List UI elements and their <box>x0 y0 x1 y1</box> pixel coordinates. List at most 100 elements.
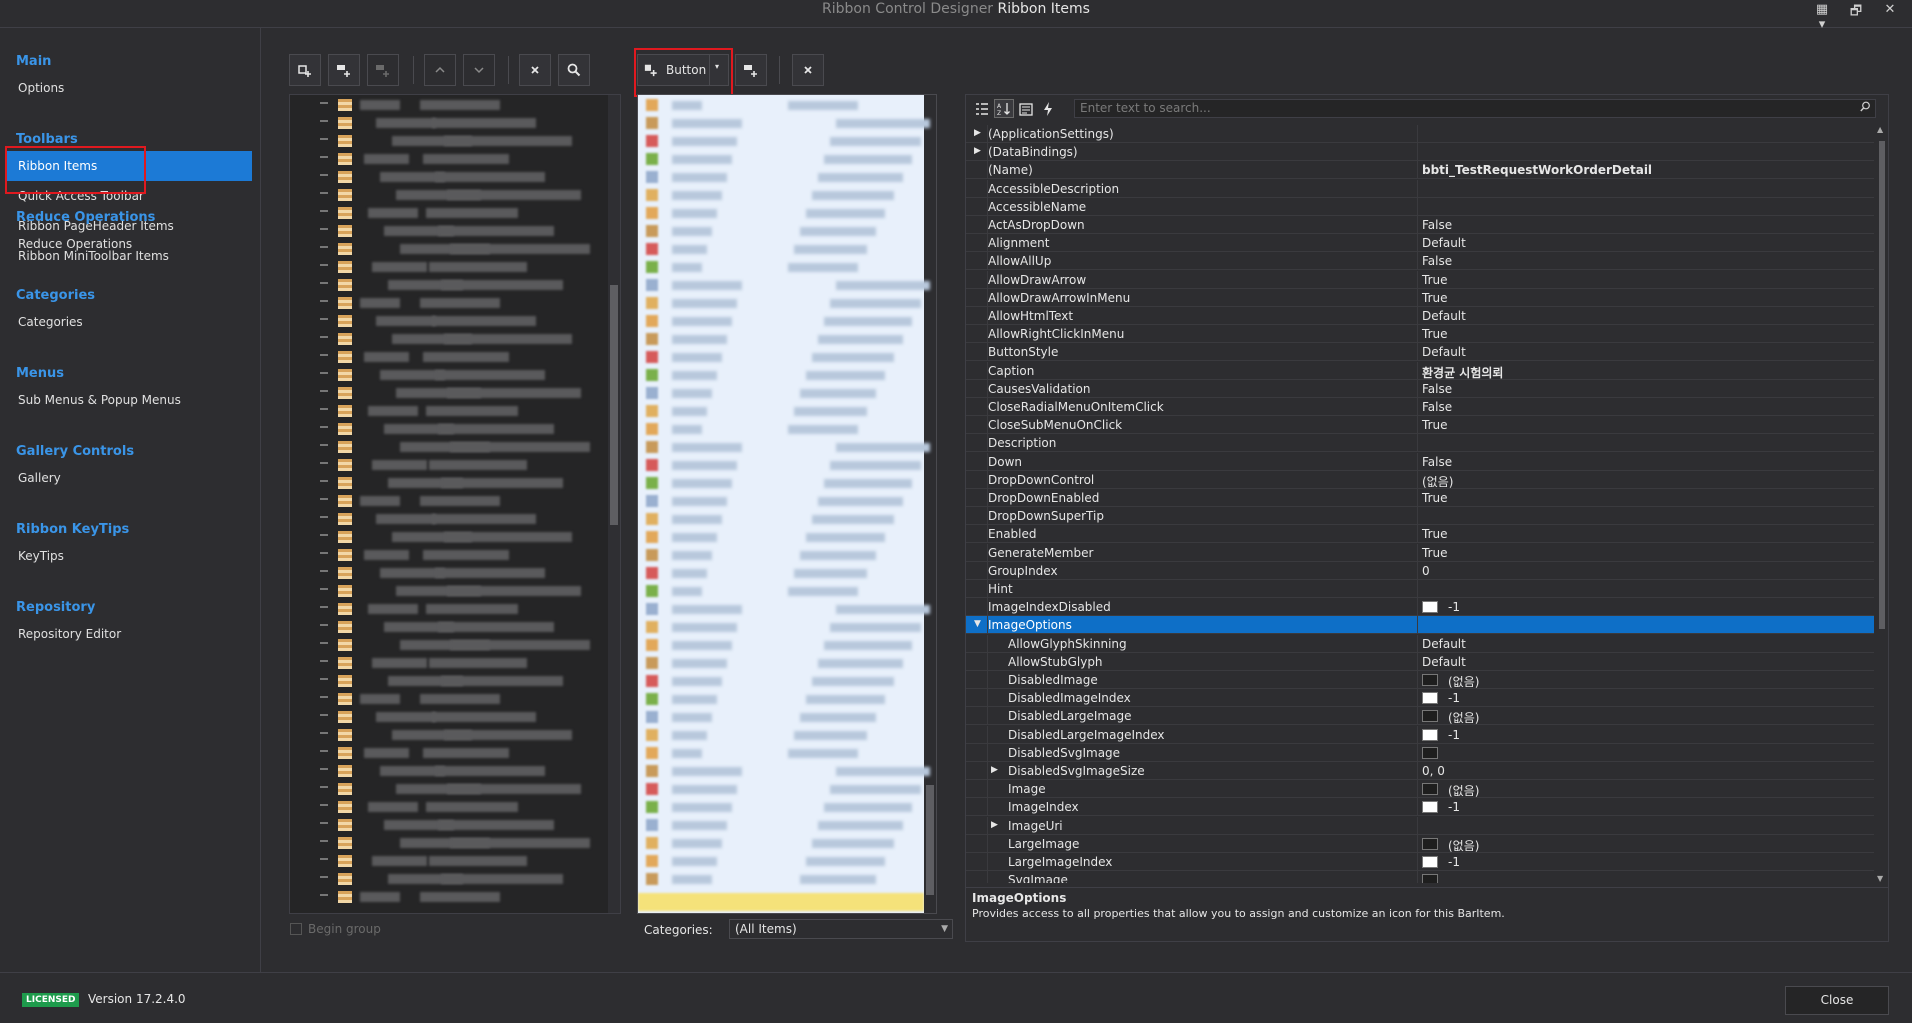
list-item[interactable] <box>638 798 924 816</box>
tree-row[interactable] <box>290 600 600 618</box>
property-row[interactable]: Enabled True <box>966 525 1874 544</box>
close-icon[interactable] <box>519 54 551 86</box>
list-item[interactable] <box>638 348 924 366</box>
tree-row[interactable] <box>290 474 600 492</box>
property-value[interactable]: Default <box>1422 655 1466 669</box>
sidebar-item-repository-editor[interactable]: Repository Editor <box>6 619 252 649</box>
property-value[interactable]: -1 <box>1448 728 1460 742</box>
property-row[interactable]: AccessibleName <box>966 197 1874 216</box>
property-value[interactable]: 환경균 시험의뢰 <box>1422 364 1503 381</box>
property-row[interactable]: DropDownSuperTip <box>966 507 1874 526</box>
property-value[interactable]: Default <box>1422 637 1466 651</box>
tree-row[interactable] <box>290 564 600 582</box>
property-row[interactable]: ▶ (DataBindings) <box>966 143 1874 162</box>
tree-row[interactable] <box>290 834 600 852</box>
list-item[interactable] <box>638 312 924 330</box>
property-pages-icon[interactable] <box>1016 99 1036 118</box>
list-item[interactable] <box>638 150 924 168</box>
tree-row[interactable] <box>290 204 600 222</box>
property-row[interactable]: CloseSubMenuOnClick True <box>966 416 1874 435</box>
tree-row[interactable] <box>290 888 600 906</box>
list-item[interactable] <box>638 438 930 456</box>
expand-icon[interactable]: ▼ <box>974 619 981 629</box>
list-item[interactable] <box>638 744 924 762</box>
bar-items-list[interactable] <box>637 94 937 914</box>
list-scrollbar[interactable] <box>924 95 936 913</box>
tree-row[interactable] <box>290 708 600 726</box>
list-item[interactable] <box>638 474 924 492</box>
property-row[interactable]: DisabledImage (없음) <box>966 671 1874 689</box>
list-item[interactable] <box>638 330 924 348</box>
expand-icon[interactable]: ▶ <box>974 146 981 156</box>
tree-row[interactable] <box>290 870 600 888</box>
search-icon[interactable] <box>1860 100 1871 117</box>
list-item[interactable] <box>638 762 930 780</box>
tree-row[interactable] <box>290 636 600 654</box>
property-value[interactable]: (없음) <box>1448 673 1479 690</box>
property-row[interactable]: AllowDrawArrow True <box>966 270 1874 289</box>
property-row[interactable]: ActAsDropDown False <box>966 216 1874 234</box>
move-down-icon[interactable] <box>463 54 495 86</box>
add-link-icon[interactable] <box>367 54 399 86</box>
property-value[interactable]: Default <box>1422 309 1466 323</box>
expand-icon[interactable]: ▶ <box>991 820 998 830</box>
property-grid-scrollbar[interactable]: ▲ ▼ <box>1876 125 1888 883</box>
property-value[interactable]: -1 <box>1448 600 1460 614</box>
list-item[interactable] <box>638 168 924 186</box>
add-item-icon[interactable] <box>289 54 321 86</box>
tree-row[interactable] <box>290 726 600 744</box>
tree-row[interactable] <box>290 96 600 114</box>
list-item[interactable] <box>638 96 924 114</box>
sidebar-item-categories[interactable]: Categories <box>6 307 252 337</box>
property-row[interactable]: AllowRightClickInMenu True <box>966 325 1874 344</box>
events-icon[interactable] <box>1038 99 1058 118</box>
property-row[interactable]: AllowDrawArrowInMenu True <box>966 288 1874 307</box>
list-item[interactable] <box>638 852 924 870</box>
remove-item-icon[interactable] <box>792 54 824 86</box>
property-row[interactable]: ▶ ImageUri <box>966 816 1874 835</box>
begin-group-checkbox[interactable]: Begin group <box>290 922 381 936</box>
checkbox-icon[interactable] <box>290 923 302 935</box>
tree-row[interactable] <box>290 168 600 186</box>
list-item[interactable] <box>638 672 924 690</box>
list-item[interactable] <box>638 690 924 708</box>
tree-row[interactable] <box>290 222 600 240</box>
property-row[interactable]: ButtonStyle Default <box>966 343 1874 362</box>
tree-row[interactable] <box>290 510 600 528</box>
property-value[interactable]: (없음) <box>1422 473 1453 490</box>
property-row[interactable]: AllowHtmlText Default <box>966 307 1874 325</box>
categories-select[interactable]: (All Items) ▼ <box>729 919 953 939</box>
property-value[interactable]: True <box>1422 491 1448 505</box>
list-item[interactable] <box>638 618 924 636</box>
tree-row[interactable] <box>290 420 600 438</box>
property-row[interactable]: (Name) bbti_TestRequestWorkOrderDetail <box>966 161 1874 180</box>
tree-row[interactable] <box>290 258 600 276</box>
tree-row[interactable] <box>290 582 600 600</box>
list-item[interactable] <box>638 240 924 258</box>
property-row[interactable]: LargeImageIndex -1 <box>966 853 1874 871</box>
property-row[interactable]: DisabledSvgImage <box>966 743 1874 762</box>
property-value[interactable]: 0, 0 <box>1422 764 1445 778</box>
property-row[interactable]: SvgImage <box>966 871 1874 883</box>
tree-row[interactable] <box>290 528 600 546</box>
property-row[interactable]: DisabledLargeImageIndex -1 <box>966 725 1874 744</box>
property-row[interactable]: GroupIndex 0 <box>966 561 1874 580</box>
add-subitem-icon[interactable] <box>328 54 360 86</box>
tree-row[interactable] <box>290 492 600 510</box>
list-item[interactable] <box>638 780 924 798</box>
tree-row[interactable] <box>290 852 600 870</box>
property-row[interactable]: ImageIndexDisabled -1 <box>966 598 1874 617</box>
property-value[interactable]: True <box>1422 418 1448 432</box>
close-window-icon[interactable]: ✕ <box>1880 2 1900 32</box>
list-item[interactable] <box>638 726 924 744</box>
property-row[interactable]: Alignment Default <box>966 234 1874 253</box>
property-row[interactable]: ▶ DisabledSvgImageSize 0, 0 <box>966 762 1874 780</box>
property-row[interactable]: Caption 환경균 시험의뢰 <box>966 361 1874 381</box>
tree-row[interactable] <box>290 456 600 474</box>
list-item[interactable] <box>638 564 924 582</box>
property-row[interactable]: ImageIndex -1 <box>966 798 1874 817</box>
tree-row[interactable] <box>290 798 600 816</box>
property-value[interactable]: -1 <box>1448 800 1460 814</box>
list-item[interactable] <box>638 384 924 402</box>
scroll-down-icon[interactable]: ▼ <box>1877 874 1883 883</box>
